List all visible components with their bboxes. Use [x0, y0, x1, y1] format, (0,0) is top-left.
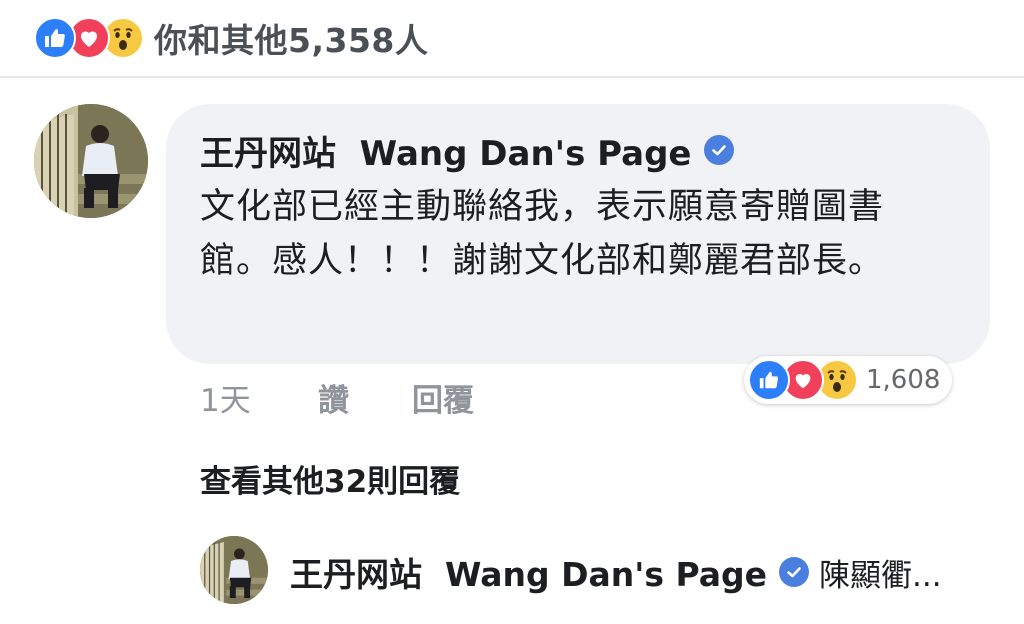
like-button[interactable]: 讚 — [318, 375, 412, 420]
post-reaction-summary[interactable]: 你和其他5,358人 — [34, 12, 428, 64]
divider — [0, 76, 1024, 78]
like-icon — [748, 359, 790, 401]
reply-button[interactable]: 回覆 — [412, 375, 474, 420]
comment-author-name[interactable]: 王丹网站 Wang Dan's Page — [200, 126, 692, 175]
comment-actions: 1天 讚 回覆 — [200, 374, 474, 420]
reply-author-name[interactable]: 王丹网站 Wang Dan's Page — [290, 548, 767, 596]
comment-screen: 你和其他5,358人 王丹网站 Wang Dan's Page 文化部已經主動聯… — [0, 0, 1024, 624]
verified-badge-icon — [703, 135, 734, 165]
comment-text: 文化部已經主動聯絡我，表示願意寄贈圖書館。感人！！！謝謝文化部和鄭麗君部長。 — [200, 187, 885, 281]
reply-avatar[interactable] — [200, 536, 268, 604]
view-more-replies-link[interactable]: 查看其他32則回覆 — [200, 456, 460, 501]
like-icon — [34, 17, 76, 59]
comment-bubble: 王丹网站 Wang Dan's Page 文化部已經主動聯絡我，表示願意寄贈圖書… — [166, 104, 990, 364]
verified-badge-icon — [779, 557, 810, 587]
reply-preview[interactable]: 王丹网站 Wang Dan's Page 陳顯衢... — [290, 548, 990, 596]
comment-timestamp[interactable]: 1天 — [200, 375, 318, 420]
reply-snippet: 陳顯衢... — [819, 557, 942, 594]
reaction-summary-text: 你和其他5,358人 — [154, 21, 429, 60]
comment-reaction-icons — [748, 359, 858, 401]
reaction-icons — [34, 17, 144, 59]
comment-author-line: 王丹网站 Wang Dan's Page — [200, 126, 956, 174]
comment-reaction-pill[interactable]: 1,608 — [744, 356, 953, 404]
comment-reaction-count: 1,608 — [866, 365, 941, 395]
avatar[interactable] — [34, 104, 148, 218]
